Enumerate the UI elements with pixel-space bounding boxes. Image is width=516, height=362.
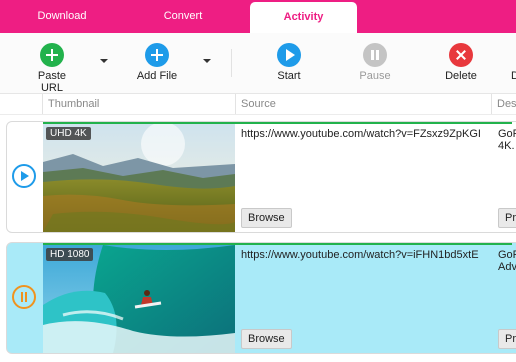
pause-button[interactable]: Pause	[358, 43, 392, 82]
cut-off-label: D	[511, 70, 516, 82]
source-url: https://www.youtube.com/watch?v=iFHN1bd5…	[241, 249, 479, 261]
browse-button[interactable]: Browse	[241, 208, 292, 228]
browse-button[interactable]: Browse	[241, 329, 292, 349]
start-button[interactable]: Start	[272, 43, 306, 82]
plus-icon	[40, 43, 64, 67]
play-icon[interactable]	[12, 164, 36, 188]
plus-icon	[145, 43, 169, 67]
column-thumbnail[interactable]: Thumbnail	[42, 94, 233, 114]
toolbar: Paste URL Add File Start Pause Delete D	[0, 33, 516, 94]
source-url: https://www.youtube.com/watch?v=FZsxz9Zp…	[241, 128, 481, 140]
start-label: Start	[277, 70, 301, 82]
column-description[interactable]: Des	[491, 94, 516, 114]
tab-convert[interactable]: Convert	[124, 0, 242, 33]
activity-row-1[interactable]: UHD 4K https://www.youtube.com/watch?v=F…	[6, 121, 516, 233]
add-file-dropdown-icon[interactable]	[203, 59, 211, 63]
paste-url-button[interactable]: Paste URL	[26, 43, 78, 94]
column-source[interactable]: Source	[235, 94, 491, 114]
add-file-button[interactable]: Add File	[134, 43, 180, 82]
preset-button[interactable]: Pre	[498, 208, 516, 228]
tab-activity[interactable]: Activity	[250, 2, 357, 33]
quality-badge: HD 1080	[46, 248, 94, 261]
pause-label: Pause	[359, 70, 391, 82]
delete-label: Delete	[445, 70, 477, 82]
pause-icon[interactable]	[12, 285, 36, 309]
tab-bar: Download Convert Activity	[0, 0, 516, 33]
delete-button[interactable]: Delete	[443, 43, 479, 82]
toolbar-divider	[231, 49, 232, 77]
description-text: GoP 4K.	[498, 128, 516, 152]
play-icon	[277, 43, 301, 67]
add-file-label: Add File	[136, 70, 178, 82]
column-header: Thumbnail Source Des	[0, 94, 516, 115]
delete-icon	[449, 43, 473, 67]
preset-button[interactable]: Pre	[498, 329, 516, 349]
activity-row-2[interactable]: HD 1080 https://www.youtube.com/watch?v=…	[6, 242, 516, 354]
video-thumbnail: UHD 4K	[43, 124, 235, 232]
paste-url-label: Paste URL	[37, 70, 67, 94]
paste-url-dropdown-icon[interactable]	[100, 59, 108, 63]
quality-badge: UHD 4K	[46, 127, 91, 140]
cut-off-button[interactable]: D	[510, 43, 516, 82]
pause-icon	[363, 43, 387, 67]
description-text: GoP Adv	[498, 249, 516, 273]
video-thumbnail: HD 1080	[43, 245, 235, 353]
tab-download[interactable]: Download	[0, 0, 124, 33]
